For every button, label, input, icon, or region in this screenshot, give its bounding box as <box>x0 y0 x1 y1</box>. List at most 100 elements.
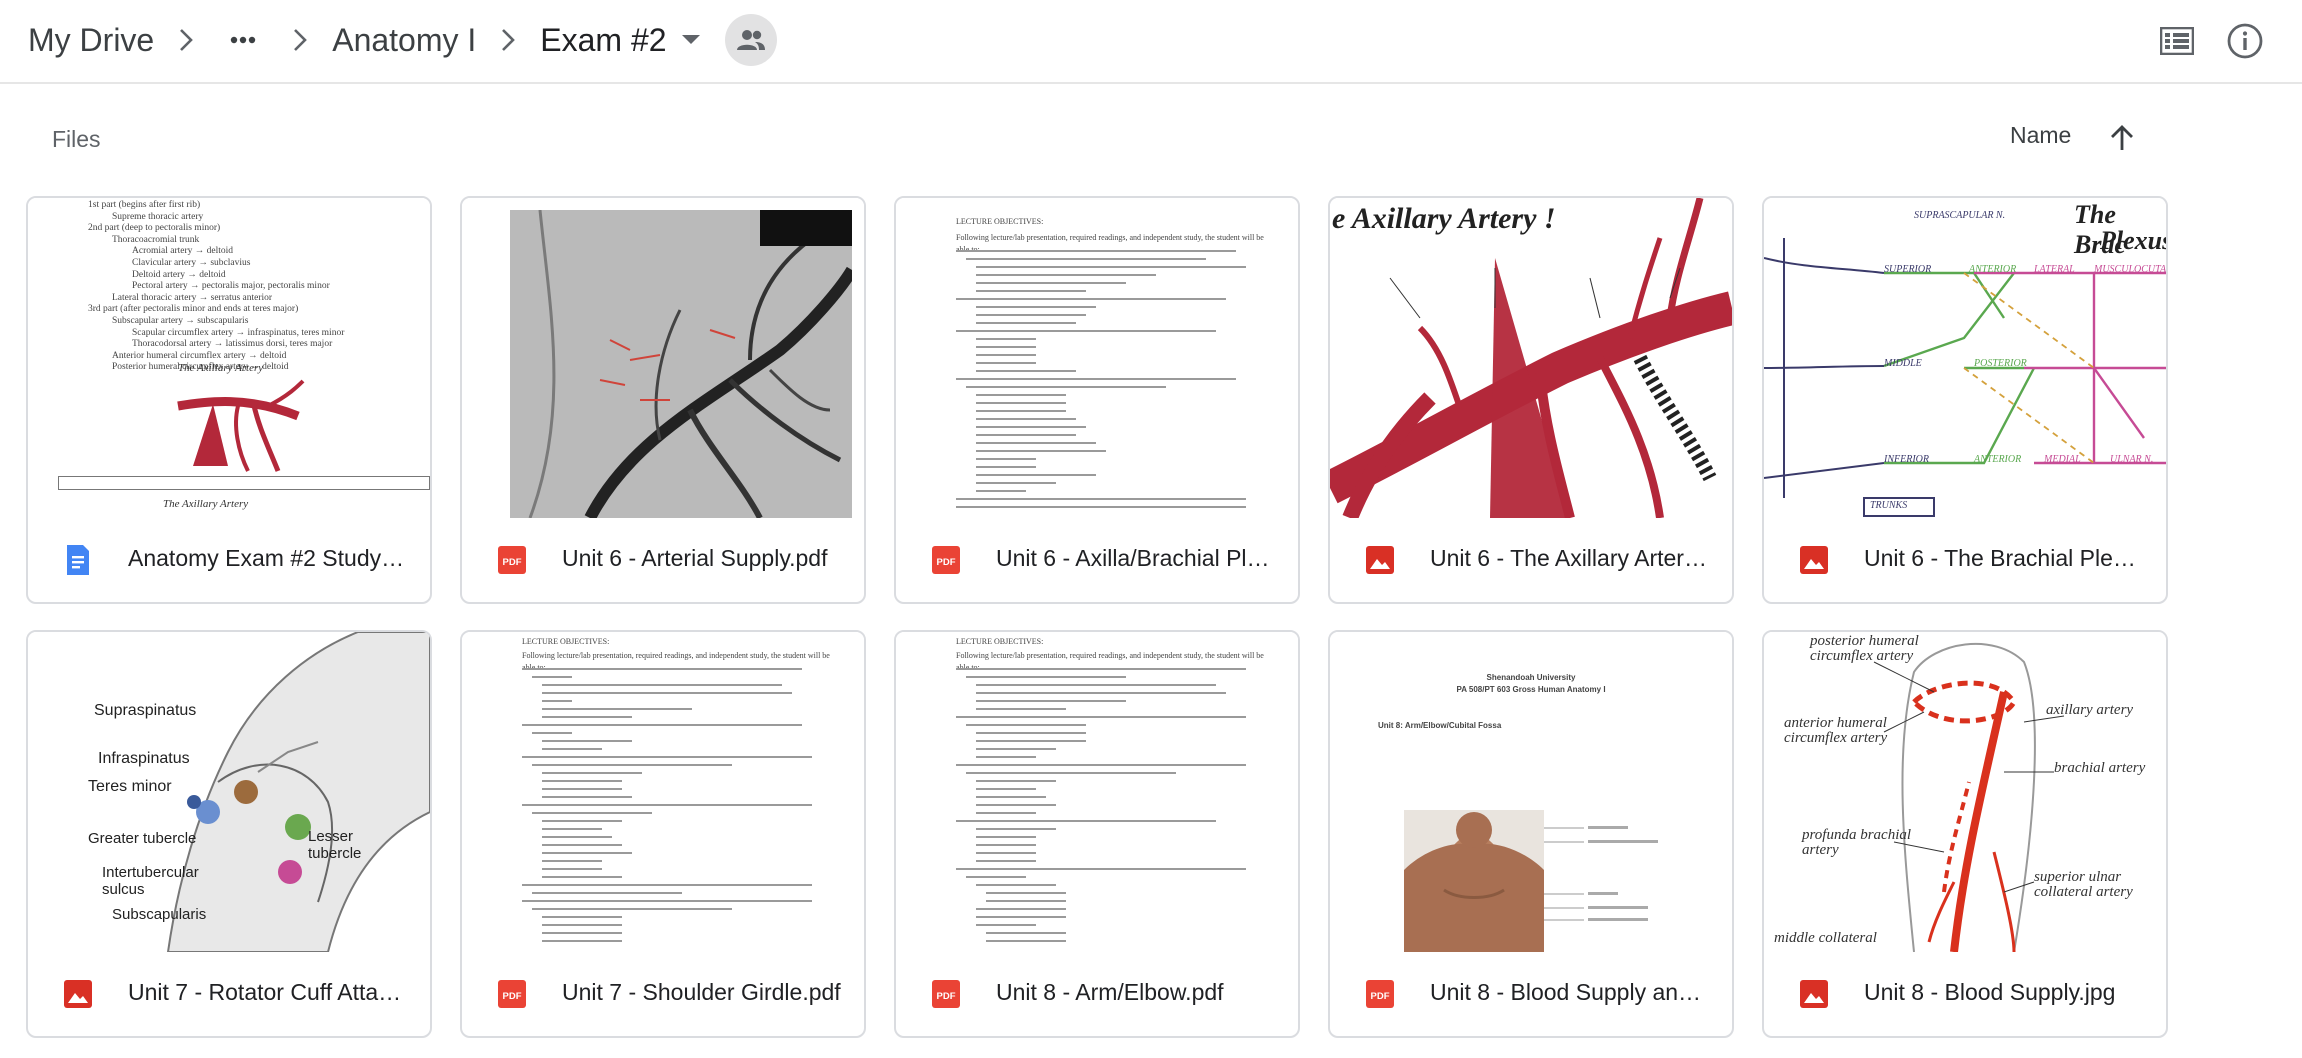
svg-text:PDF: PDF <box>503 991 522 1002</box>
svg-text:PDF: PDF <box>1371 991 1390 1002</box>
file-card[interactable]: LECTURE OBJECTIVES: Following lecture/la… <box>460 630 866 1038</box>
artery-label: anterior humeral circumflex artery <box>1784 715 1888 746</box>
muscle-label: Greater tubercle <box>88 830 197 847</box>
shared-folder-icon[interactable] <box>724 14 777 66</box>
file-card-footer: Unit 6 - The Brachial Plexus.jpg <box>1764 518 2166 602</box>
plexus-label: INFERIOR <box>1884 454 1929 465</box>
file-name: Unit 8 - Arm/Elbow.pdf <box>996 979 1224 1005</box>
muscle-label: Lesser tubercle <box>308 828 362 862</box>
pdf-icon: PDF <box>496 978 528 1010</box>
file-thumbnail: 1st part (begins after first rib) Suprem… <box>28 198 430 518</box>
lecture-header: LECTURE OBJECTIVES: <box>956 217 1044 226</box>
file-thumbnail: Shenandoah University PA 508/PT 603 Gros… <box>1330 632 1732 952</box>
file-card[interactable]: Supraspinatus Infraspinatus Teres minor … <box>26 630 432 1038</box>
file-name: Unit 8 - Blood Supply and Cubital Fossa.… <box>1430 979 1710 1005</box>
plexus-label: ULNAR N. <box>2110 454 2154 465</box>
document-figure-title: The Axillary Artery <box>178 362 264 374</box>
google-docs-icon <box>62 544 94 576</box>
file-name: Anatomy Exam #2 Study Guide <box>128 545 408 571</box>
document-text-lines <box>956 250 1246 508</box>
pdf-icon: PDF <box>496 544 528 576</box>
plexus-label: POSTERIOR <box>1974 358 2027 369</box>
document-title-line: Unit 8: Arm/Elbow/Cubital Fossa <box>1378 721 1502 730</box>
file-card-footer: PDF Unit 6 - Arterial Supply.pdf <box>462 518 864 602</box>
file-card[interactable]: 1st part (begins after first rib) Suprem… <box>26 196 432 604</box>
files-section-label: Files <box>52 126 101 152</box>
artery-label: axillary artery <box>2046 702 2134 718</box>
plexus-label: MUSCULOCUTANE <box>2094 264 2166 275</box>
plexus-label: LATERAL <box>2034 264 2075 275</box>
file-card[interactable]: e Axillary Artery ! Unit 6 - The Axillar… <box>1328 196 1734 604</box>
breadcrumb-anatomy-i[interactable]: Anatomy I <box>332 22 476 59</box>
chest-photo <box>1404 810 1544 952</box>
muscle-label: Subscapularis <box>112 906 207 923</box>
arrow-upward-icon[interactable] <box>2102 118 2142 158</box>
artery-label: posterior humeral circumflex artery <box>1810 633 1919 664</box>
sort-by-name-button[interactable]: Name <box>2010 122 2071 149</box>
plexus-label: TRUNKS <box>1870 500 1908 511</box>
plexus-label: ANTERIOR <box>1974 454 2022 465</box>
file-name: Unit 7 - Shoulder Girdle.pdf <box>562 979 841 1005</box>
file-card[interactable]: PDF Unit 6 - Arterial Supply.pdf <box>460 196 866 604</box>
file-card-footer: Anatomy Exam #2 Study Guide <box>28 518 430 602</box>
plexus-label: SUPRASCAPULAR N. <box>1914 210 2006 221</box>
artery-illustration <box>177 379 305 472</box>
file-card[interactable]: LECTURE OBJECTIVES: Following lecture/la… <box>894 196 1300 604</box>
file-thumbnail: posterior humeral circumflex artery axil… <box>1764 632 2166 952</box>
file-thumbnail: LECTURE OBJECTIVES: Following lecture/la… <box>896 632 1298 952</box>
muscle-label: Intertubercular sulcus <box>102 864 199 898</box>
svg-text:PDF: PDF <box>503 557 522 568</box>
plexus-label: MEDIAL <box>2044 454 2081 465</box>
file-card-footer: Unit 8 - Blood Supply.jpg <box>1764 952 2166 1036</box>
figure-label-lines <box>1544 826 1658 921</box>
artery-label: superior ulnar collateral artery <box>2034 869 2133 900</box>
plexus-label: MIDDLE <box>1884 358 1922 369</box>
document-title-line: PA 508/PT 603 Gross Human Anatomy I <box>1456 685 1606 694</box>
file-card-footer: Unit 6 - The Axillary Artery.jpg <box>1330 518 1732 602</box>
drawing-title: Plexus <box>2100 226 2166 255</box>
artery-label: brachial artery <box>2054 760 2146 776</box>
file-name: Unit 6 - Axilla/Brachial Plexus.pdf <box>996 545 1276 571</box>
file-name: Unit 7 - Rotator Cuff Attachments.jpg <box>128 979 408 1005</box>
list-view-icon[interactable] <box>2154 18 2200 64</box>
chevron-right-icon <box>476 0 540 80</box>
more-horiz-icon[interactable] <box>218 15 268 65</box>
file-name: Unit 6 - The Brachial Plexus.jpg <box>1864 545 2144 571</box>
pdf-icon: PDF <box>930 978 962 1010</box>
lecture-header: LECTURE OBJECTIVES: <box>956 637 1044 646</box>
info-icon[interactable] <box>2222 18 2268 64</box>
svg-text:PDF: PDF <box>937 557 956 568</box>
top-bar: My Drive Anatomy I Exam #2 <box>0 0 2302 84</box>
pdf-icon: PDF <box>1364 978 1396 1010</box>
file-card-footer: PDF Unit 8 - Arm/Elbow.pdf <box>896 952 1298 1036</box>
file-thumbnail: e Axillary Artery ! <box>1330 198 1732 518</box>
document-outline-text: 1st part (begins after first rib) Suprem… <box>88 200 345 373</box>
file-card-footer: PDF Unit 6 - Axilla/Brachial Plexus.pdf <box>896 518 1298 602</box>
image-file-icon <box>1798 978 1830 1010</box>
file-thumbnail <box>462 198 864 518</box>
file-name: Unit 6 - The Axillary Artery.jpg <box>1430 545 1710 571</box>
file-card[interactable]: Shenandoah University PA 508/PT 603 Gros… <box>1328 630 1734 1038</box>
plexus-label: SUPERIOR <box>1884 264 1932 275</box>
breadcrumb-my-drive[interactable]: My Drive <box>28 22 154 59</box>
angiogram-image <box>510 210 852 518</box>
muscle-label: Teres minor <box>88 778 172 795</box>
muscle-label: Supraspinatus <box>94 702 197 719</box>
breadcrumb-current-folder[interactable]: Exam #2 <box>540 22 666 59</box>
file-card[interactable]: The Brac Plexus SUPRASCAPULAR N. SUPERIO… <box>1762 196 2168 604</box>
pdf-icon: PDF <box>930 544 962 576</box>
artery-label: profunda brachial artery <box>1802 827 1912 858</box>
arrow-drop-down-icon[interactable] <box>669 15 713 65</box>
plexus-label: ANTERIOR <box>1969 264 2017 275</box>
file-thumbnail: The Brac Plexus SUPRASCAPULAR N. SUPERIO… <box>1764 198 2166 518</box>
image-file-icon <box>1798 544 1830 576</box>
file-card[interactable]: posterior humeral circumflex artery axil… <box>1762 630 2168 1038</box>
axillary-artery-drawing <box>1330 198 1732 518</box>
artery-label: middle collateral <box>1774 930 1877 946</box>
muscle-label: Infraspinatus <box>98 750 190 767</box>
document-title-line: Shenandoah University <box>1486 673 1576 682</box>
file-card[interactable]: LECTURE OBJECTIVES: Following lecture/la… <box>894 630 1300 1038</box>
document-figure-title: The Axillary Artery <box>163 498 249 510</box>
chevron-right-icon <box>154 0 218 80</box>
variation-note-box <box>58 476 430 490</box>
